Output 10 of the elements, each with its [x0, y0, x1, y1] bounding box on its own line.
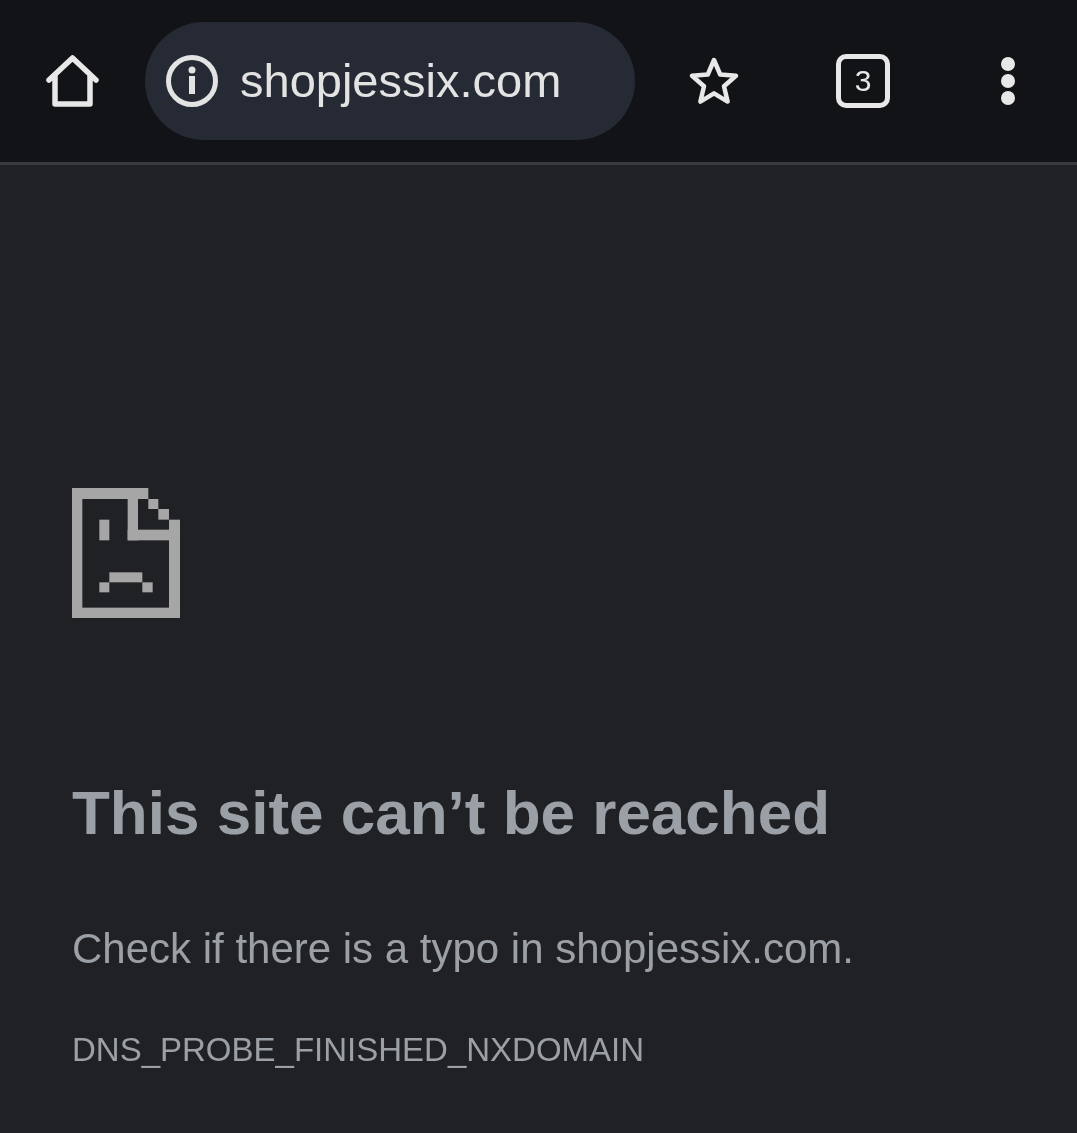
error-code: DNS_PROBE_FINISHED_NXDOMAIN — [72, 1029, 645, 1070]
menu-icon[interactable] — [1000, 56, 1016, 106]
sad-page-icon — [72, 488, 180, 618]
error-message: Check if there is a typo in shopjessix.com. — [72, 924, 854, 975]
error-heading: This site can’t be reached — [72, 777, 831, 849]
address-bar[interactable]: shopjessix.com — [145, 22, 635, 140]
tab-count-button[interactable]: 3 — [836, 54, 890, 108]
home-icon[interactable] — [45, 54, 100, 108]
info-icon[interactable] — [166, 55, 218, 107]
star-icon[interactable] — [688, 56, 740, 106]
